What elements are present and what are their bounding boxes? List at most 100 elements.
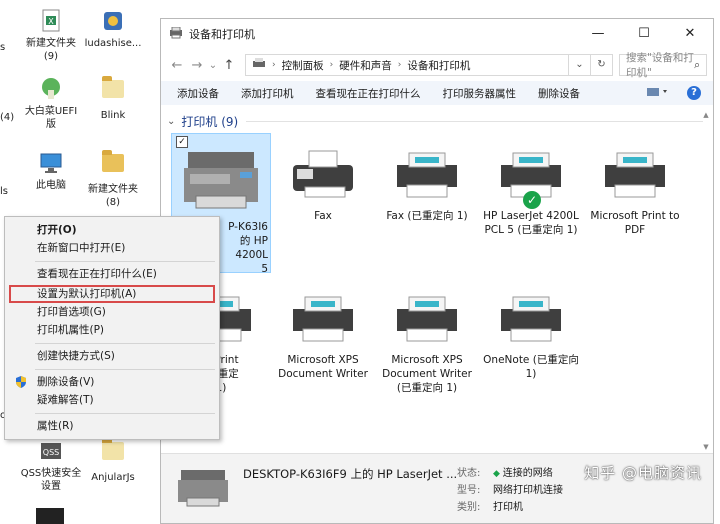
print-server-properties-button[interactable]: 打印服务器属性 — [443, 86, 517, 101]
details-value: 打印机 — [493, 502, 523, 513]
printer-label: Fax — [314, 210, 332, 222]
details-model-row: 型号: 网络打印机连接 — [457, 481, 563, 496]
menu-item-properties[interactable]: 属性(R) — [5, 417, 219, 435]
desktop-icon-label: 此电脑 — [36, 180, 66, 191]
printer-item[interactable]: Fax — [273, 147, 373, 223]
menu-separator — [35, 261, 215, 262]
printer-item[interactable]: Microsoft Print to PDF — [585, 147, 685, 237]
breadcrumb-item[interactable]: 硬件和声音 — [339, 58, 392, 73]
search-icon: ⌕ — [694, 58, 700, 71]
desktop-icon-ludashi[interactable]: ludashise... — [82, 8, 144, 50]
svg-text:QSS: QSS — [43, 448, 59, 457]
group-divider — [246, 121, 703, 122]
desktop-edge-label: ls — [0, 186, 8, 197]
desktop-icon-label: ludashise... — [84, 38, 142, 49]
menu-item-set-default-printer[interactable]: 设置为默认打印机(A) — [9, 285, 215, 303]
menu-item-printing-preferences[interactable]: 打印首选项(G) — [5, 303, 219, 321]
qss-icon: QSS — [38, 438, 64, 464]
printer-item[interactable]: Microsoft XPS Document Writer — [273, 291, 373, 381]
file-icon — [100, 76, 126, 106]
printer-icon — [293, 296, 353, 342]
menu-separator — [35, 369, 215, 370]
menu-item-open[interactable]: 打开(O) — [5, 221, 219, 239]
menu-item-see-whats-printing[interactable]: 查看现在正在打印什么(E) — [5, 265, 219, 283]
printer-item[interactable]: Microsoft XPS Document Writer (已重定向 1) — [377, 291, 477, 395]
printer-item[interactable]: OneNote (已重定向 1) — [481, 291, 581, 381]
desktop-icon-label: 新建文件夹 (8) — [88, 184, 138, 208]
printer-icon — [501, 296, 561, 342]
desktop-icon-label: Blink — [100, 110, 126, 121]
address-bar-row: ← → ⌄ ↑ › 控制面板 › 硬件和声音 › 设备和打印机 ⌄ ↻ 搜索"设… — [167, 52, 707, 79]
back-arrow-icon[interactable]: ← — [167, 58, 187, 73]
breadcrumb-item[interactable]: 设备和打印机 — [407, 58, 470, 73]
forward-arrow-icon[interactable]: → — [187, 58, 207, 73]
address-bar[interactable]: › 控制面板 › 硬件和声音 › 设备和打印机 — [245, 54, 569, 76]
breadcrumb-item[interactable]: 控制面板 — [282, 58, 324, 73]
command-bar: 添加设备 添加打印机 查看现在正在打印什么 打印服务器属性 删除设备 ? — [161, 81, 713, 105]
details-key: 型号: — [457, 485, 481, 496]
file-icon — [100, 438, 126, 468]
printer-item-default[interactable]: ✓ HP LaserJet 4200L PCL 5 (已重定向 1) — [481, 147, 581, 237]
multifunction-printer-icon — [178, 470, 228, 507]
desktop-icon-anjularjs[interactable]: AnjularJs — [82, 438, 144, 484]
printers-group-header[interactable]: ⌄ 打印机 (9) — [167, 113, 703, 130]
fax-icon — [293, 150, 353, 198]
printer-label: OneNote (已重定向 1) — [483, 354, 579, 380]
details-value: 网络打印机连接 — [493, 485, 563, 496]
printer-label: Microsoft XPS Document Writer — [278, 354, 368, 380]
window-title: 设备和打印机 — [189, 28, 255, 41]
search-input[interactable]: 搜索"设备和打印机" ⌕ — [619, 52, 707, 79]
group-label: 打印机 (9) — [181, 115, 239, 129]
help-icon[interactable]: ? — [687, 86, 701, 100]
desktop-icon-blink[interactable]: Blink — [82, 76, 144, 122]
printer-icon — [605, 152, 665, 198]
desktop-edge-label: (4) — [0, 112, 15, 123]
menu-item-open-new-window[interactable]: 在新窗口中打开(E) — [5, 239, 219, 257]
desktop-taskbar-item[interactable] — [36, 508, 64, 524]
svg-text:X: X — [48, 17, 54, 26]
up-arrow-icon[interactable]: ↑ — [219, 58, 239, 73]
menu-item-printer-properties[interactable]: 打印机属性(P) — [5, 321, 219, 339]
desktop-icon-qss[interactable]: QSS QSS快速安全设置 — [20, 438, 82, 493]
folder-icon — [100, 150, 126, 180]
multifunction-printer-icon — [184, 152, 258, 209]
add-printer-button[interactable]: 添加打印机 — [241, 86, 294, 101]
maximize-button[interactable]: ☐ — [621, 19, 667, 49]
desktop-icon-this-pc[interactable]: 此电脑 — [20, 150, 82, 192]
address-dropdown-icon[interactable]: ⌄ — [569, 54, 591, 76]
remove-device-button[interactable]: 删除设备 — [538, 86, 580, 101]
close-button[interactable]: ✕ — [667, 19, 713, 49]
scroll-up-icon[interactable]: ▲ — [701, 111, 711, 119]
devices-printers-icon — [169, 26, 183, 42]
details-title: DESKTOP-K63I6F9 上的 HP LaserJet ... — [243, 467, 458, 481]
menu-item-troubleshoot[interactable]: 疑难解答(T) — [5, 391, 219, 409]
search-placeholder: 搜索"设备和打印机" — [626, 52, 694, 79]
view-options-icon[interactable] — [647, 87, 669, 100]
vertical-scrollbar[interactable]: ▲ ▼ — [701, 111, 711, 451]
recent-locations-icon[interactable]: ⌄ — [207, 60, 219, 71]
control-panel-icon — [252, 57, 266, 73]
minimize-button[interactable]: — — [575, 19, 621, 49]
printer-item[interactable]: Fax (已重定向 1) — [377, 147, 477, 223]
chevron-right-icon: › — [329, 60, 334, 70]
scroll-down-icon[interactable]: ▼ — [701, 443, 711, 451]
refresh-icon[interactable]: ↻ — [591, 54, 613, 76]
desktop-icon-label: AnjularJs — [91, 472, 135, 483]
menu-item-create-shortcut[interactable]: 创建快捷方式(S) — [5, 347, 219, 365]
printer-label: Microsoft XPS Document Writer (已重定向 1) — [382, 354, 472, 394]
desktop-icon-dabaicai[interactable]: 大白菜UEFI版 — [20, 76, 82, 131]
details-value: 连接的网络 — [502, 468, 553, 479]
desktop-icon-label: 新建文件夹 (9) — [26, 38, 76, 62]
desktop-icon-new-folder-8[interactable]: 新建文件夹 (8) — [82, 150, 144, 209]
menu-separator — [35, 343, 215, 344]
checkbox-icon[interactable]: ✓ — [176, 136, 188, 148]
excel-file-icon: X — [38, 8, 64, 34]
desktop-icon-label: 大白菜UEFI版 — [24, 106, 78, 130]
desktop-icon-new-folder-9[interactable]: X 新建文件夹 (9) — [20, 8, 82, 63]
printer-label: HP LaserJet 4200L PCL 5 (已重定向 1) — [483, 210, 579, 236]
ludashi-icon — [100, 8, 126, 34]
add-device-button[interactable]: 添加设备 — [177, 86, 219, 101]
desktop-icon-label: QSS快速安全设置 — [20, 468, 82, 492]
see-whats-printing-button[interactable]: 查看现在正在打印什么 — [316, 86, 421, 101]
menu-item-remove-device[interactable]: 删除设备(V) — [5, 373, 219, 391]
